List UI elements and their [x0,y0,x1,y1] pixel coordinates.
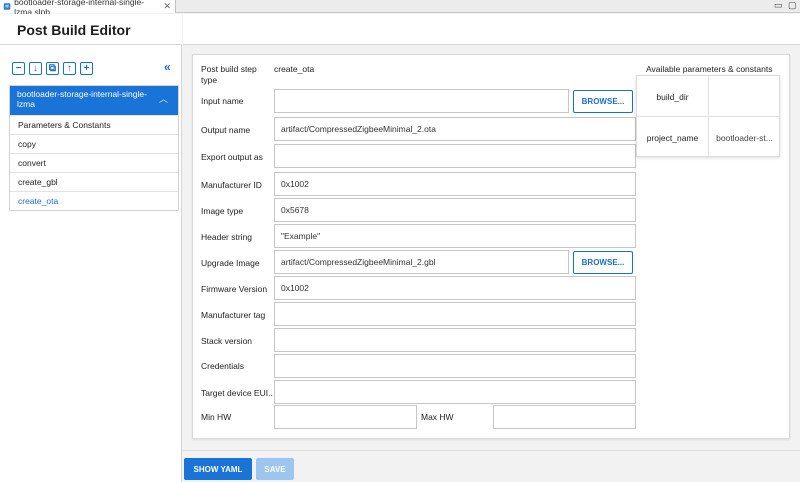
manufacturer-tag-label: Manufacturer tag [201,310,266,320]
credentials-field[interactable] [274,354,636,378]
tree-item-parameters[interactable]: Parameters & Constants [10,115,178,134]
min-hw-label: Min HW [201,412,232,422]
target-eui-field[interactable] [274,380,636,404]
step-tree: bootloader-storage-internal-single-lzma … [9,85,179,211]
params-row[interactable]: build_dir [637,76,779,117]
output-name-label: Output name [201,125,251,135]
max-hw-field[interactable] [493,405,636,429]
close-tab-icon[interactable]: ✕ [163,1,171,12]
tree-item-create-ota[interactable]: create_ota [10,191,178,210]
firmware-version-field[interactable]: 0x1002 [274,276,636,300]
header-strip [183,14,800,45]
stack-version-field[interactable] [274,328,636,352]
upgrade-image-field[interactable]: artifact/CompressedZigbeeMinimal_2.gbl [274,250,569,274]
step-type-value: create_ota [274,64,315,74]
tree-item-copy[interactable]: copy [10,134,178,153]
tree-toolbar: − ↓ ⧉ ↑ + [12,62,93,75]
step-type-label: Post build step type [201,64,257,85]
target-eui-label: Target device EUI... [201,388,273,398]
tree-root-item[interactable]: bootloader-storage-internal-single-lzma … [10,86,178,115]
chevron-up-icon[interactable]: ︿ [159,94,168,104]
export-output-label: Export output as [201,152,263,162]
header-string-label: Header string [201,232,253,242]
duplicate-step-button[interactable]: ⧉ [46,62,59,75]
title-bar: Post Build Editor [0,14,182,45]
manufacturer-id-label: Manufacturer ID [201,180,262,190]
file-icon [3,3,11,10]
page-title: Post Build Editor [17,22,131,38]
show-yaml-button[interactable]: SHOW YAML [184,458,252,480]
firmware-version-label: Firmware Version [201,284,268,294]
collapse-panel-icon[interactable]: « [164,60,171,74]
credentials-label: Credentials [201,361,244,371]
input-name-field[interactable] [274,89,569,113]
params-table: build_dir project_name bootloader-st... [636,75,780,158]
image-type-field[interactable]: 0x5678 [274,198,636,222]
maximize-icon[interactable]: ▢ [788,0,797,11]
params-row[interactable]: project_name bootloader-st... [637,117,779,158]
browse-input-button[interactable]: BROWSE... [573,90,633,113]
manufacturer-tag-field[interactable] [274,302,636,326]
minimize-icon[interactable]: ▭ [774,0,783,11]
max-hw-label: Max HW [421,412,454,422]
param-value: bootloader-st... [716,132,773,143]
param-key: project_name [637,117,709,158]
manufacturer-id-field[interactable]: 0x1002 [274,172,636,196]
left-panel: Post Build Editor − ↓ ⧉ ↑ + « bootloader… [0,14,182,482]
export-output-field[interactable] [274,144,636,168]
tree-item-convert[interactable]: convert [10,153,178,172]
param-key: build_dir [637,76,709,117]
move-down-button[interactable]: ↓ [29,62,42,75]
params-title: Available parameters & constants [646,64,773,74]
header-string-field[interactable]: "Example" [274,224,636,248]
image-type-label: Image type [201,206,244,216]
tree-root-label: bootloader-storage-internal-single-lzma [17,89,147,109]
browse-upgrade-button[interactable]: BROWSE... [573,251,633,274]
file-tab[interactable]: bootloader-storage-internal-single-lzma.… [0,0,176,17]
move-up-button[interactable]: ↑ [63,62,76,75]
param-value [710,76,779,117]
stack-version-label: Stack version [201,336,253,346]
output-name-field[interactable]: artifact/CompressedZigbeeMinimal_2.ota [274,117,636,141]
add-step-button[interactable]: + [80,62,93,75]
upgrade-image-label: Upgrade Image [201,258,260,268]
tree-item-create-gbl[interactable]: create_gbl [10,172,178,191]
editor-tab-bar: bootloader-storage-internal-single-lzma.… [0,0,800,17]
save-button[interactable]: SAVE [256,458,294,480]
input-name-label: Input name [201,96,244,106]
min-hw-field[interactable] [274,405,417,429]
remove-step-button[interactable]: − [12,62,25,75]
